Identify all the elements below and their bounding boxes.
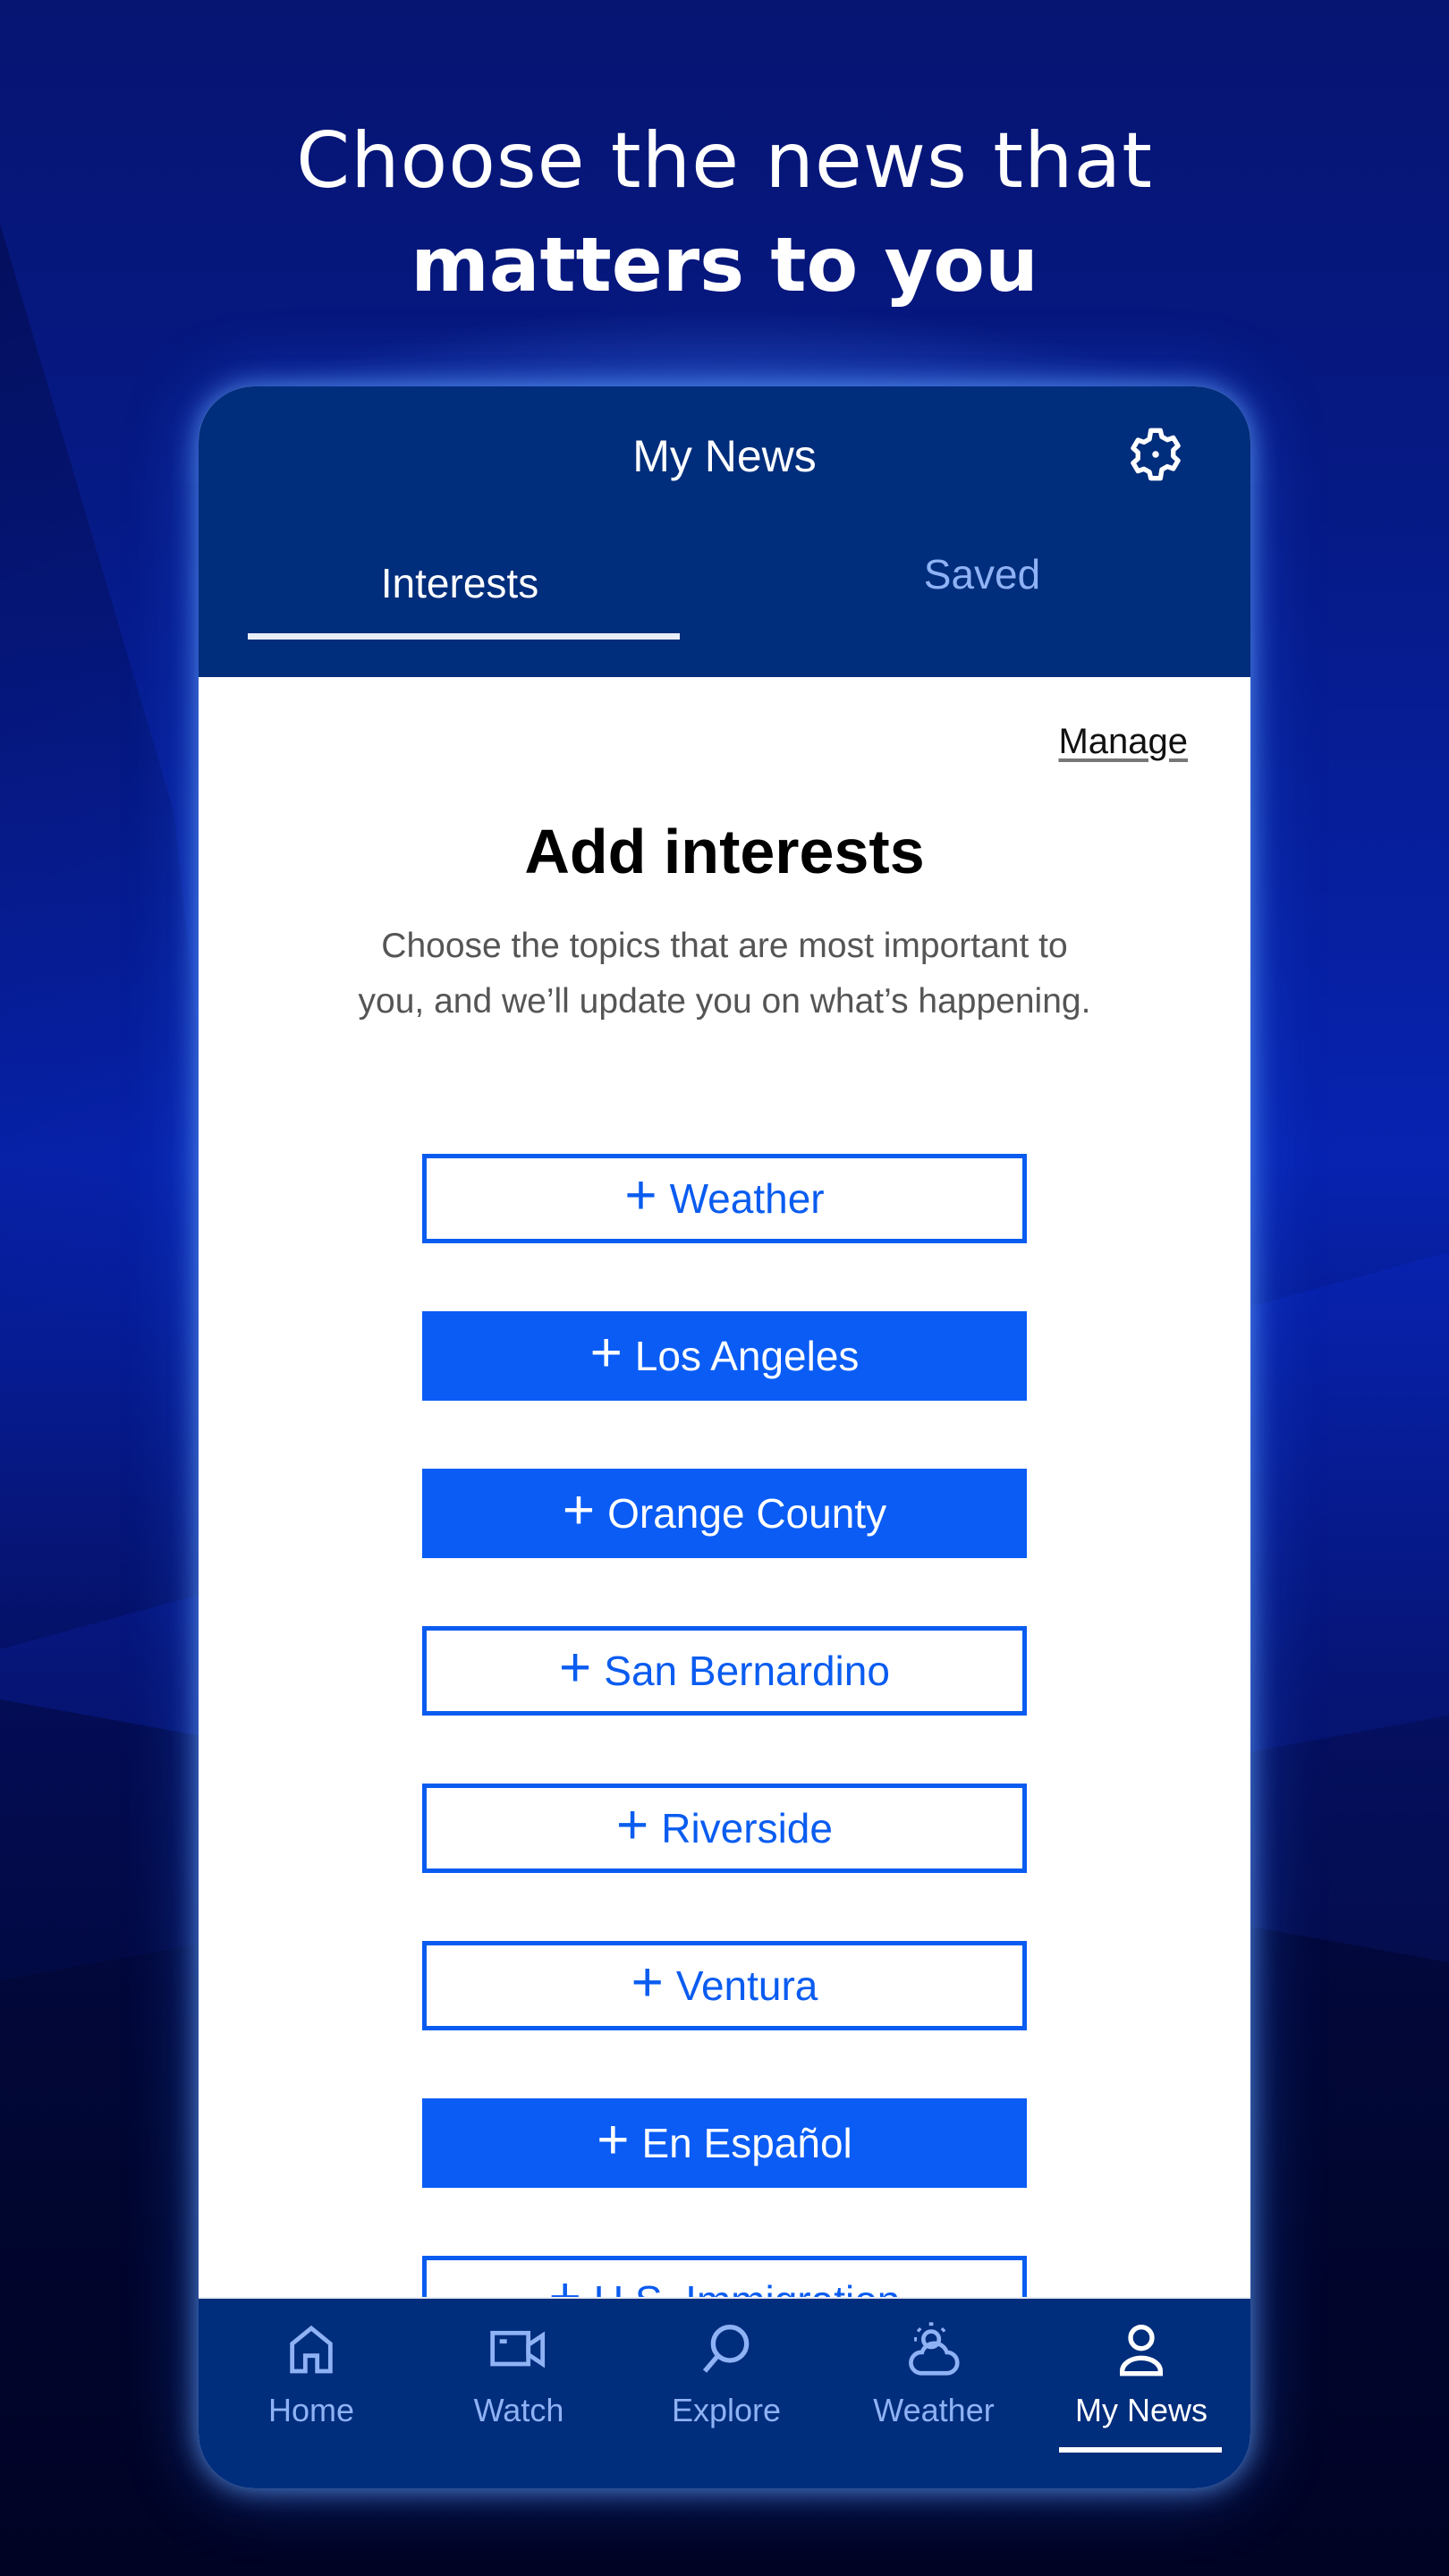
app-header: My News Interests Saved (199, 386, 1250, 677)
plus-icon: + (589, 1322, 623, 1384)
add-interest-san-bernardino[interactable]: + San Bernardino (422, 1626, 1027, 1716)
interest-label: Orange County (607, 1490, 887, 1537)
section-title: Add interests (524, 817, 925, 886)
headline-line-2: matters to you (411, 221, 1038, 309)
add-interest-us-immigration[interactable]: + U.S. Immigration (422, 2256, 1027, 2297)
nav-home[interactable]: Home (208, 2318, 415, 2444)
headline-line-1: Choose the news that (296, 116, 1153, 206)
add-interest-orange-county[interactable]: + Orange County (422, 1469, 1027, 1558)
phone-screen: My News Interests Saved Manage Add inter… (199, 386, 1250, 2488)
active-nav-indicator (1059, 2447, 1222, 2453)
section-description: Choose the topics that are most importan… (358, 927, 1091, 1021)
plus-icon: + (562, 1479, 596, 1541)
nav-explore[interactable]: Explore (623, 2318, 830, 2444)
interests-content: Manage Add interests Choose the topics t… (199, 677, 1250, 2297)
search-icon (702, 2325, 750, 2373)
add-interest-ventura[interactable]: + Ventura (422, 1941, 1027, 2030)
plus-icon: + (624, 1165, 657, 1226)
partly-cloudy-icon (909, 2322, 960, 2376)
nav-label: Weather (873, 2392, 995, 2428)
add-interest-en-espanol[interactable]: + En Español (422, 2098, 1027, 2188)
interest-label: Los Angeles (634, 1333, 860, 1379)
gear-icon (1131, 428, 1181, 481)
interest-label: Weather (669, 1175, 825, 1222)
tab-saved[interactable]: Saved (721, 521, 1243, 628)
interest-label: U.S. Immigration (594, 2276, 901, 2297)
add-interest-los-angeles[interactable]: + Los Angeles (422, 1311, 1027, 1401)
interest-label: Ventura (675, 1962, 818, 2009)
add-interest-weather[interactable]: + Weather (422, 1154, 1027, 1243)
plus-icon: + (616, 1794, 649, 1856)
active-tab-indicator (248, 633, 680, 640)
nav-my-news[interactable]: My News (1038, 2318, 1245, 2444)
interest-label: En Español (641, 2120, 852, 2166)
nav-watch[interactable]: Watch (415, 2318, 623, 2444)
plus-icon: + (631, 1952, 664, 2013)
interest-label: Riverside (661, 1805, 833, 1852)
nav-weather[interactable]: Weather (830, 2318, 1038, 2444)
nav-label: Watch (473, 2392, 564, 2428)
video-camera-icon (490, 2330, 546, 2368)
manage-link[interactable]: Manage (1058, 722, 1188, 762)
nav-label: Home (267, 2392, 355, 2428)
interest-label: San Bernardino (604, 1648, 890, 1694)
plus-icon: + (597, 2109, 630, 2171)
plus-icon: + (559, 1637, 592, 1699)
bottom-nav: Home Watch Explore Weather My News (199, 2297, 1250, 2488)
settings-button[interactable] (1120, 419, 1191, 490)
nav-label: My News (1074, 2392, 1208, 2428)
person-icon (1120, 2325, 1163, 2377)
home-icon (290, 2325, 333, 2374)
promo-headline: Choose the news that matters to you (0, 107, 1449, 315)
tab-interests[interactable]: Interests (199, 530, 721, 637)
page-title: My News (632, 431, 817, 481)
plus-icon: + (549, 2270, 581, 2298)
add-interest-riverside[interactable]: + Riverside (422, 1784, 1027, 1873)
nav-label: Explore (671, 2392, 782, 2428)
